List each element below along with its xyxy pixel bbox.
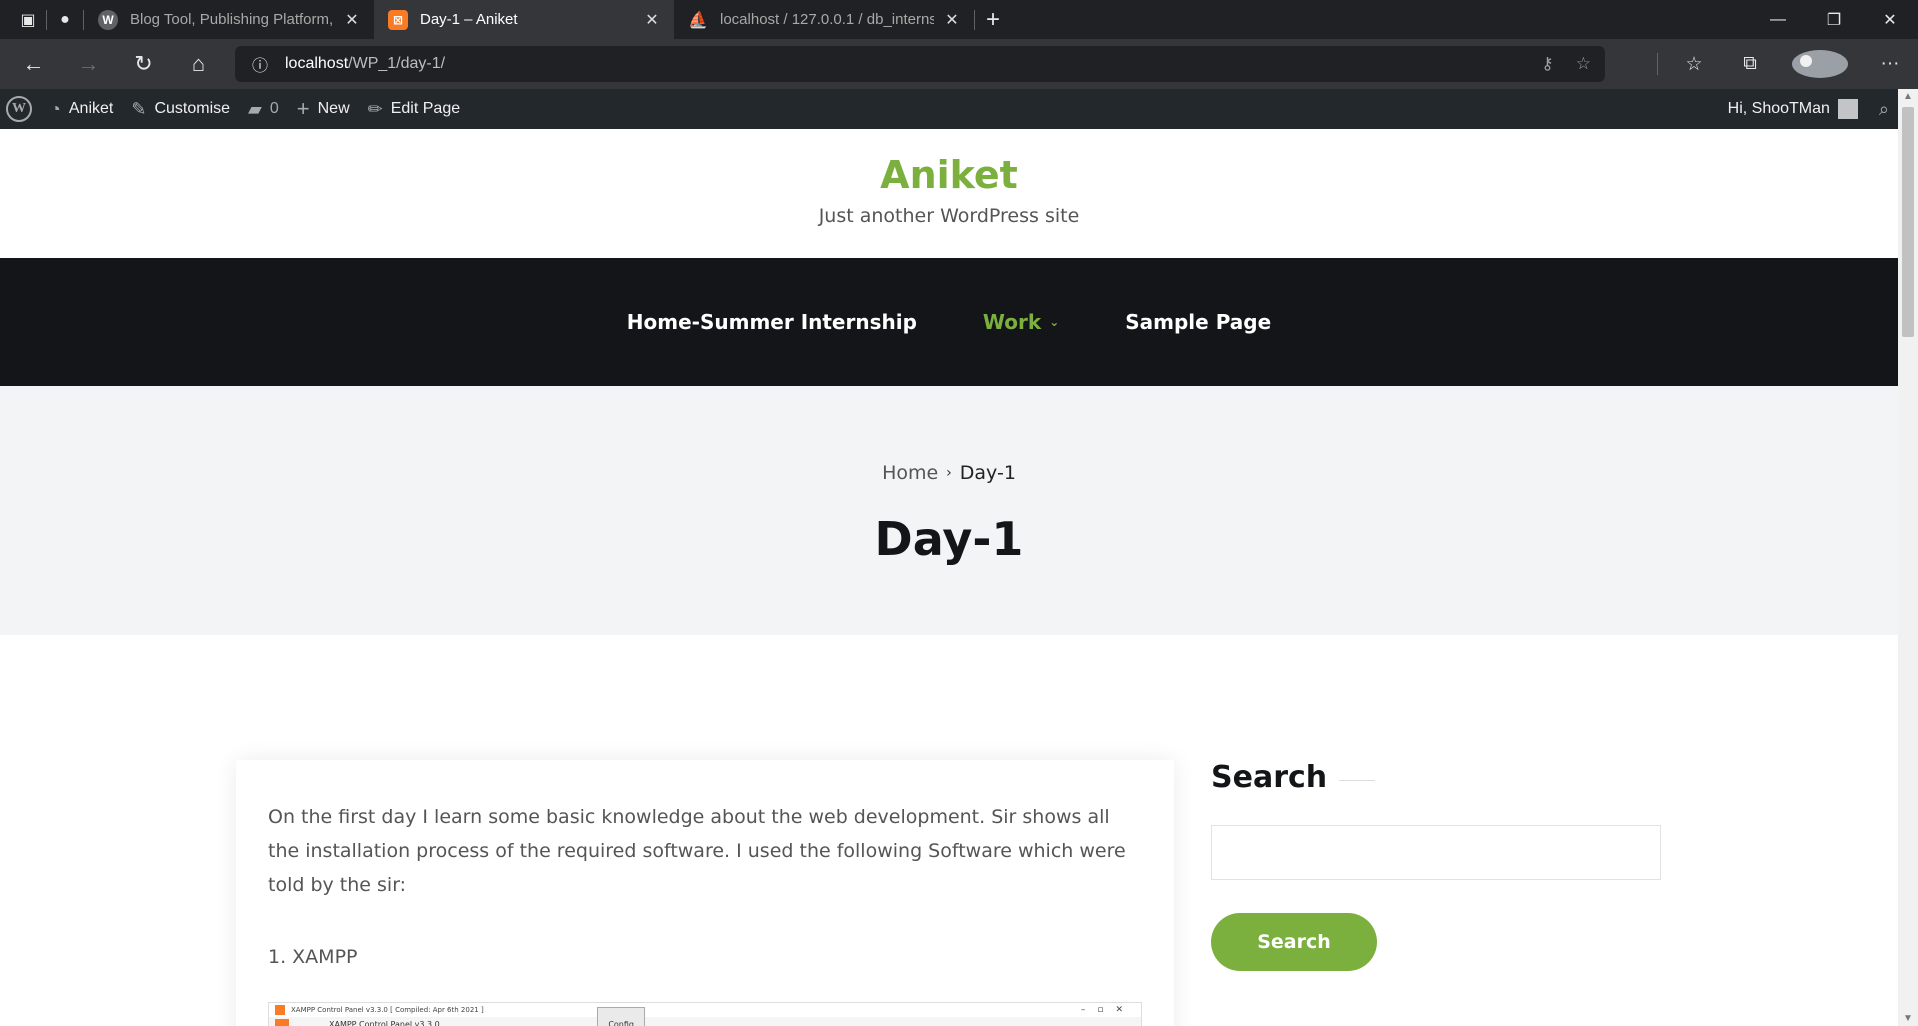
- post-content: On the first day I learn some basic know…: [236, 760, 1174, 1026]
- admin-new-label: New: [317, 100, 350, 117]
- widget-title-label: Search: [1211, 760, 1328, 795]
- nav-item-label: Work: [982, 310, 1042, 334]
- scroll-down-icon[interactable]: ▼: [1903, 1013, 1913, 1024]
- wordpress-logo-icon: W: [6, 96, 32, 122]
- brush-icon: ✎: [131, 98, 147, 119]
- back-icon[interactable]: ←: [6, 39, 61, 89]
- tab-actions-icon[interactable]: ▣: [10, 5, 46, 35]
- site-tagline: Just another WordPress site: [818, 205, 1080, 227]
- content-paragraph: On the first day I learn some basic know…: [268, 806, 1126, 896]
- wordpress-favicon-icon: W: [98, 9, 118, 30]
- new-tab-button[interactable]: +: [975, 5, 1011, 35]
- tab-wordpress[interactable]: W Blog Tool, Publishing Platform, and ✕: [84, 0, 374, 39]
- sidebar: Search Search: [1211, 760, 1661, 971]
- github-icon[interactable]: ●: [47, 5, 83, 35]
- xampp-config-button: Config: [597, 1007, 645, 1026]
- home-icon[interactable]: ⌂: [171, 39, 226, 89]
- admin-comments[interactable]: ▰ 0: [239, 89, 288, 129]
- search-icon: ⌕: [1878, 98, 1889, 119]
- site-info-icon[interactable]: ⓘ: [243, 52, 277, 76]
- tab-day-1[interactable]: ⊠ Day-1 – Aniket ✕: [374, 0, 674, 39]
- scroll-up-icon[interactable]: ▲: [1903, 91, 1913, 102]
- tab-phpmyadmin[interactable]: ⛵ localhost / 127.0.0.1 / db_interns ✕: [674, 0, 974, 39]
- divider: [1657, 53, 1658, 75]
- breadcrumb-current: Day-1: [959, 462, 1016, 484]
- tab-title: localhost / 127.0.0.1 / db_interns: [720, 11, 934, 28]
- site-header: Aniket Just another WordPress site: [0, 129, 1898, 258]
- minimize-icon[interactable]: —: [1750, 0, 1806, 39]
- nav-item-work[interactable]: Work ⌄: [983, 310, 1059, 334]
- xampp-favicon-icon: ⊠: [388, 9, 408, 30]
- phpmyadmin-favicon-icon: ⛵: [688, 11, 708, 29]
- tab-title: Blog Tool, Publishing Platform, and: [130, 11, 334, 28]
- tab-title: Day-1 – Aniket: [420, 11, 518, 28]
- address-bar[interactable]: ⓘ localhost/WP_1/day-1/ ⚷ ☆: [235, 46, 1605, 82]
- search-input[interactable]: [1211, 825, 1661, 880]
- close-tab-icon[interactable]: ✕: [344, 10, 360, 30]
- comments-count: 0: [269, 100, 279, 117]
- admin-customise[interactable]: ✎ Customise: [122, 89, 239, 129]
- admin-site-name[interactable]: ◔ Aniket: [41, 89, 122, 129]
- nav-item-home-summer-internship[interactable]: Home-Summer Internship: [627, 310, 917, 334]
- window-controls: — ❐ ✕: [1750, 0, 1918, 39]
- collections-icon[interactable]: ⧉: [1722, 53, 1778, 75]
- admin-new[interactable]: + New: [288, 89, 359, 129]
- browser-tab-bar: ▣ ● W Blog Tool, Publishing Platform, an…: [0, 0, 1918, 39]
- forward-icon[interactable]: →: [61, 39, 116, 89]
- page-scrollbar[interactable]: ▲ ▼: [1898, 89, 1918, 1026]
- xampp-logo-icon: [275, 1019, 289, 1026]
- admin-search-icon[interactable]: ⌕: [1870, 89, 1898, 129]
- primary-navigation: Home-Summer Internship Work ⌄ Sample Page: [0, 258, 1898, 386]
- xampp-heading: XAMPP Control Panel v3.3.0: [329, 1020, 440, 1026]
- close-window-icon[interactable]: ✕: [1862, 0, 1918, 39]
- scrollbar-thumb[interactable]: [1902, 107, 1914, 337]
- comment-icon: ▰: [248, 98, 262, 119]
- title-underline: [1339, 780, 1376, 781]
- admin-edit-page-label: Edit Page: [390, 100, 461, 117]
- page-title: Day-1: [874, 512, 1024, 566]
- page-hero: Home › Day-1 Day-1: [0, 386, 1898, 635]
- wp-logo-button[interactable]: W: [0, 89, 41, 129]
- user-avatar: [1837, 99, 1858, 119]
- chevron-down-icon: ⌄: [1049, 315, 1060, 329]
- chevron-right-icon: ›: [946, 465, 952, 481]
- breadcrumb-home[interactable]: Home: [882, 462, 938, 484]
- dashboard-icon: ◔: [50, 98, 61, 119]
- site-title[interactable]: Aniket: [0, 153, 1898, 197]
- add-favorite-icon[interactable]: ☆: [1576, 54, 1591, 74]
- browser-toolbar: ← → ↻ ⌂ ⓘ localhost/WP_1/day-1/ ⚷ ☆ ☆ ⧉ …: [0, 39, 1918, 89]
- url-path: /WP_1/day-1/: [348, 55, 446, 72]
- search-widget-title: Search: [1211, 760, 1661, 795]
- xampp-screenshot-image: XAMPP Control Panel v3.3.0 [ Compiled: A…: [268, 1002, 1142, 1026]
- admin-greeting: Hi, ShooTMan: [1727, 100, 1830, 117]
- nav-item-label: Home-Summer Internship: [626, 310, 917, 334]
- breadcrumb: Home › Day-1: [0, 462, 1898, 484]
- search-button[interactable]: Search: [1211, 913, 1377, 971]
- nav-item-label: Sample Page: [1125, 310, 1272, 334]
- xampp-logo-icon: [275, 1005, 285, 1015]
- window-controls-icon: –▫✕: [1080, 1005, 1135, 1015]
- close-tab-icon[interactable]: ✕: [944, 10, 960, 30]
- key-icon[interactable]: ⚷: [1541, 54, 1553, 74]
- refresh-icon[interactable]: ↻: [116, 39, 171, 89]
- browser-actions: ☆ ⧉ ···: [1649, 39, 1918, 89]
- admin-customise-label: Customise: [154, 100, 231, 117]
- admin-edit-page[interactable]: ✏ Edit Page: [359, 89, 469, 129]
- list-item: 1. XAMPP: [268, 946, 358, 968]
- nav-item-sample-page[interactable]: Sample Page: [1125, 310, 1271, 334]
- pencil-icon: ✏: [367, 98, 383, 119]
- favorites-icon[interactable]: ☆: [1666, 53, 1722, 76]
- admin-site-name-label: Aniket: [68, 100, 114, 117]
- admin-account[interactable]: Hi, ShooTMan: [1719, 89, 1870, 129]
- xampp-header-row: XAMPP Control Panel v3.3.0 Config: [269, 1007, 1141, 1026]
- more-menu-icon[interactable]: ···: [1862, 53, 1918, 75]
- url-text[interactable]: localhost/WP_1/day-1/: [285, 55, 445, 73]
- close-tab-icon[interactable]: ✕: [644, 10, 660, 30]
- profile-avatar-icon[interactable]: [1792, 50, 1848, 78]
- wp-admin-bar: W ◔ Aniket ✎ Customise ▰ 0 + New ✏ Edit …: [0, 89, 1898, 129]
- url-host: localhost: [285, 55, 349, 72]
- restore-icon[interactable]: ❐: [1806, 0, 1862, 39]
- plus-icon: +: [296, 96, 310, 121]
